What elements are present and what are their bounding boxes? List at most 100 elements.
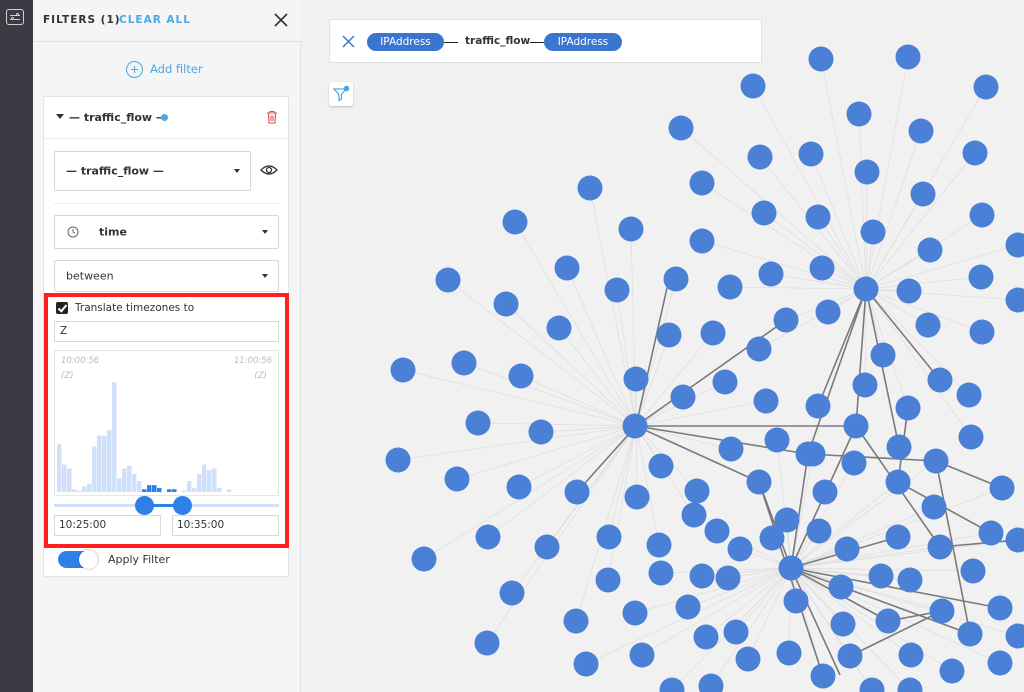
collapse-caret-icon[interactable] bbox=[56, 114, 64, 119]
graph-node[interactable] bbox=[735, 646, 761, 672]
graph-node[interactable] bbox=[444, 466, 470, 492]
graph-node[interactable] bbox=[895, 44, 921, 70]
graph-node[interactable] bbox=[746, 336, 772, 362]
graph-node[interactable] bbox=[989, 475, 1015, 501]
graph-node[interactable] bbox=[604, 277, 630, 303]
graph-node[interactable] bbox=[689, 228, 715, 254]
graph-node[interactable] bbox=[809, 255, 835, 281]
graph-node[interactable] bbox=[390, 357, 416, 383]
time-range-slider[interactable] bbox=[54, 496, 279, 515]
graph-node[interactable] bbox=[689, 170, 715, 196]
graph-node[interactable] bbox=[528, 419, 554, 445]
graph-node[interactable] bbox=[834, 536, 860, 562]
graph-node[interactable] bbox=[806, 518, 832, 544]
graph-node[interactable] bbox=[927, 367, 953, 393]
graph-node[interactable] bbox=[718, 436, 744, 462]
timezone-input[interactable]: Z bbox=[54, 321, 279, 342]
graph-node[interactable] bbox=[896, 278, 922, 304]
graph-node[interactable] bbox=[717, 274, 743, 300]
graph-node[interactable] bbox=[385, 447, 411, 473]
graph-node[interactable] bbox=[564, 479, 590, 505]
graph-node[interactable] bbox=[727, 536, 753, 562]
graph-node[interactable] bbox=[969, 202, 995, 228]
query-source-pill[interactable]: IPAddress bbox=[367, 33, 444, 51]
graph-node[interactable] bbox=[860, 219, 886, 245]
graph-node[interactable] bbox=[923, 448, 949, 474]
graph-node[interactable] bbox=[747, 144, 773, 170]
graph-node[interactable] bbox=[897, 567, 923, 593]
graph-node[interactable] bbox=[897, 677, 923, 692]
graph-node[interactable] bbox=[783, 588, 809, 614]
graph-node[interactable] bbox=[885, 524, 911, 550]
graph-node[interactable] bbox=[843, 413, 869, 439]
graph-node[interactable] bbox=[805, 204, 831, 230]
entity-type-select[interactable]: — traffic_flow — bbox=[54, 151, 251, 191]
graph-node[interactable] bbox=[693, 624, 719, 650]
query-edge-label[interactable]: traffic_flow bbox=[465, 35, 530, 47]
graph-node[interactable] bbox=[973, 74, 999, 100]
graph-node[interactable] bbox=[957, 621, 983, 647]
graph-node[interactable] bbox=[751, 200, 777, 226]
graph-node[interactable] bbox=[508, 363, 534, 389]
graph-node[interactable] bbox=[939, 658, 965, 684]
graph-node[interactable] bbox=[910, 181, 936, 207]
graph-node[interactable] bbox=[715, 565, 741, 591]
graph-node[interactable] bbox=[859, 677, 885, 692]
graph-node[interactable] bbox=[759, 525, 785, 551]
operator-select[interactable]: between bbox=[54, 260, 279, 292]
graph-node[interactable] bbox=[435, 267, 461, 293]
graph-node[interactable] bbox=[668, 115, 694, 141]
graph-node[interactable] bbox=[648, 560, 674, 586]
graph-node[interactable] bbox=[773, 307, 799, 333]
graph-node[interactable] bbox=[846, 101, 872, 127]
graph-node[interactable] bbox=[808, 46, 834, 72]
graph-node[interactable] bbox=[927, 534, 953, 560]
graph-node[interactable] bbox=[704, 518, 730, 544]
graph-node[interactable] bbox=[921, 494, 947, 520]
graph-node[interactable] bbox=[475, 524, 501, 550]
graph-node[interactable] bbox=[798, 141, 824, 167]
graph-node[interactable] bbox=[958, 424, 984, 450]
slider-end-handle[interactable] bbox=[173, 496, 193, 515]
graph-node[interactable] bbox=[908, 118, 934, 144]
graph-node[interactable] bbox=[968, 264, 994, 290]
close-icon[interactable] bbox=[342, 35, 355, 48]
graph-node[interactable] bbox=[875, 608, 901, 634]
graph-node[interactable] bbox=[499, 580, 525, 606]
translate-timezones-checkbox[interactable] bbox=[56, 302, 68, 314]
graph-node[interactable] bbox=[956, 382, 982, 408]
graph-node[interactable] bbox=[830, 611, 856, 637]
graph-node[interactable] bbox=[764, 427, 790, 453]
graph-node[interactable] bbox=[758, 261, 784, 287]
graph-node[interactable] bbox=[546, 315, 572, 341]
to-time-input[interactable]: 10:35:00 bbox=[172, 515, 279, 536]
graph-node[interactable] bbox=[629, 642, 655, 668]
graph-node[interactable] bbox=[646, 532, 672, 558]
graph-node[interactable] bbox=[681, 502, 707, 528]
graph-node[interactable] bbox=[853, 276, 879, 302]
graph-node[interactable] bbox=[723, 619, 749, 645]
graph-node[interactable] bbox=[411, 546, 437, 572]
slider-start-handle[interactable] bbox=[135, 496, 154, 515]
graph-node[interactable] bbox=[648, 453, 674, 479]
graph-node[interactable] bbox=[577, 175, 603, 201]
graph-node[interactable] bbox=[618, 216, 644, 242]
graph-node[interactable] bbox=[841, 450, 867, 476]
graph-node[interactable] bbox=[596, 524, 622, 550]
graph-node[interactable] bbox=[534, 534, 560, 560]
graph-node[interactable] bbox=[917, 237, 943, 263]
graph-node[interactable] bbox=[776, 640, 802, 666]
graph-node[interactable] bbox=[502, 209, 528, 235]
graph-node[interactable] bbox=[987, 650, 1013, 676]
graph-node[interactable] bbox=[854, 159, 880, 185]
field-select[interactable]: time bbox=[54, 215, 279, 249]
graph-canvas[interactable] bbox=[301, 0, 1024, 692]
graph-node[interactable] bbox=[573, 651, 599, 677]
graph-node[interactable] bbox=[656, 322, 682, 348]
graph-node[interactable] bbox=[712, 369, 738, 395]
graph-node[interactable] bbox=[622, 413, 648, 439]
graph-node[interactable] bbox=[740, 73, 766, 99]
graph-node[interactable] bbox=[962, 140, 988, 166]
graph-node[interactable] bbox=[700, 320, 726, 346]
graph-node[interactable] bbox=[689, 563, 715, 589]
